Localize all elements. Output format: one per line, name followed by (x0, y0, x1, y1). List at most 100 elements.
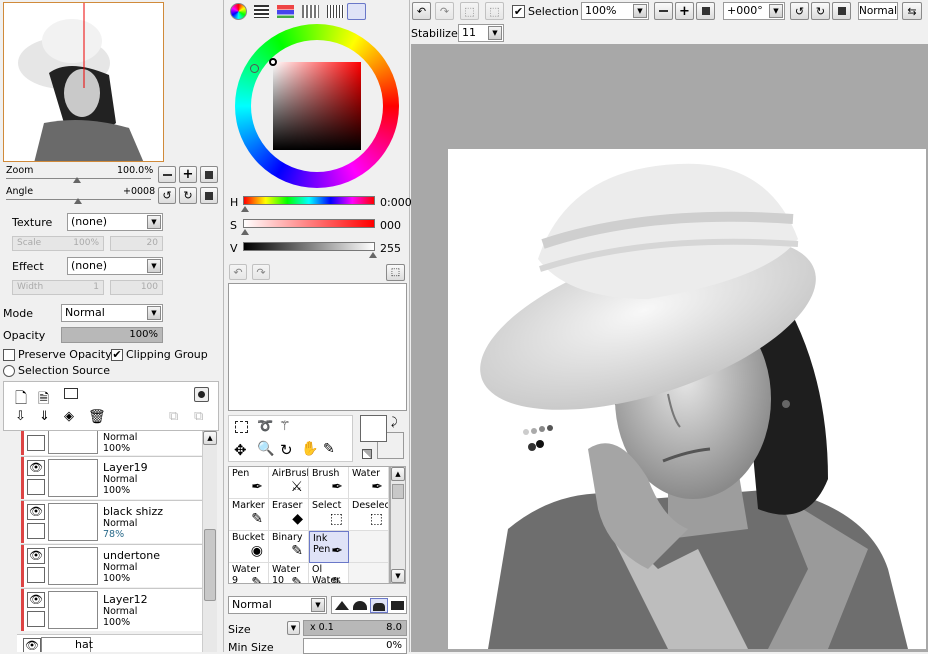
layer-row[interactable]: 👁 Layer12 Normal 100% (21, 588, 207, 631)
layer-checkbox[interactable] (27, 523, 45, 539)
swatch-mode-icon[interactable] (302, 5, 319, 18)
tool-brush[interactable]: Brush ✒ (309, 467, 349, 499)
palette-mode-icon[interactable] (327, 5, 344, 18)
selection-checkbox[interactable]: ✔ (512, 5, 525, 18)
scroll-thumb[interactable] (204, 529, 216, 601)
primary-color-swatch[interactable] (360, 415, 387, 442)
flip-horizontal-button[interactable]: ⇆ (902, 2, 922, 20)
eyedropper-icon[interactable]: ✎ (323, 441, 335, 457)
eye-icon[interactable]: 👁 (23, 638, 41, 652)
rotate-right-button[interactable]: ↻ (179, 187, 197, 204)
size-slider[interactable]: x 0.1 8.0 (303, 620, 407, 636)
new-folder-icon[interactable] (64, 388, 78, 399)
eye-icon[interactable]: 👁 (27, 504, 45, 520)
undo-button[interactable]: ↶ (412, 2, 431, 20)
redo-button[interactable]: ↷ (435, 2, 454, 20)
hard-edge-icon[interactable] (370, 598, 388, 613)
brush-blend-select[interactable]: Normal ▼ (228, 596, 327, 614)
transparent-color-icon[interactable] (362, 449, 372, 459)
color-wheel-mode-icon[interactable] (230, 3, 247, 20)
hand-icon[interactable]: ✋ (301, 441, 318, 457)
tool-pen[interactable]: Pen ✒ (229, 467, 269, 499)
eye-icon[interactable]: 👁 (27, 592, 45, 608)
hue-wheel[interactable] (235, 24, 399, 188)
tool-airbrush[interactable]: AirBrush ⚔ (269, 467, 309, 499)
zoom-in-button[interactable]: + (179, 166, 197, 183)
hue-cursor[interactable] (250, 64, 259, 73)
toolbar-zoom-reset-button[interactable] (696, 2, 715, 20)
layer-row[interactable]: 👁 undertone Normal 100% (21, 544, 207, 587)
layer-checkbox[interactable] (27, 567, 45, 583)
tool-binary[interactable]: Binary ✎ (269, 531, 309, 563)
saturation-slider[interactable] (243, 219, 375, 228)
size-multiplier-dropdown[interactable]: ▼ (287, 621, 300, 635)
swap-colors-icon[interactable]: ⤸ (391, 415, 398, 429)
clear-layer-icon[interactable]: ◈ (64, 409, 74, 424)
tool-deselect[interactable]: Deselect⬚ (349, 499, 389, 531)
saturation-slider-handle[interactable] (241, 229, 249, 235)
layer-row[interactable]: 👁 hat (17, 634, 203, 652)
move-icon[interactable]: ✥ (234, 441, 247, 459)
scratchpad-mode-icon[interactable] (347, 3, 366, 20)
tool-ink-pen[interactable]: Ink Pen ✒ (309, 531, 349, 563)
scratchpad-menu-button[interactable]: ⬚ (386, 264, 405, 281)
undo-color-button[interactable]: ↶ (229, 264, 247, 280)
rotate-reset-button[interactable] (200, 187, 218, 204)
toolbar-rotate-right-button[interactable]: ↻ (811, 2, 830, 20)
hue-slider[interactable] (243, 196, 375, 205)
clipping-group-checkbox[interactable]: ✔ (111, 349, 123, 361)
view-blend-select[interactable]: Normal (858, 2, 898, 20)
zoom-tool-icon[interactable]: 🔍 (257, 441, 274, 457)
effect-select[interactable]: (none) ▼ (67, 257, 163, 275)
scroll-down-button[interactable]: ▼ (391, 569, 405, 583)
rotate-view-icon[interactable]: ↻ (280, 441, 293, 459)
tool-empty-slot[interactable] (349, 531, 389, 563)
eye-icon[interactable]: 👁 (27, 460, 45, 476)
angle-select[interactable]: +000° ▼ (723, 2, 785, 20)
value-slider[interactable] (243, 242, 375, 251)
magic-wand-icon[interactable]: ⚚ (279, 419, 291, 434)
toolbar-rotate-reset-button[interactable] (832, 2, 851, 20)
zoom-reset-button[interactable] (200, 166, 218, 183)
zoom-slider-handle[interactable] (73, 177, 81, 183)
tool-water-9[interactable]: Water 9 ✎ (229, 563, 269, 583)
tool-grid-scrollbar[interactable]: ▲ ▼ (390, 466, 406, 584)
sv-square[interactable] (273, 62, 361, 150)
selection-source-radio[interactable] (3, 365, 15, 377)
angle-slider-handle[interactable] (74, 198, 82, 204)
stabilizer-select[interactable]: 11 ▼ (458, 24, 504, 42)
brush-shape-selector[interactable] (331, 596, 407, 614)
tool-empty-slot[interactable] (349, 563, 389, 583)
tool-select[interactable]: Select ⬚ (309, 499, 349, 531)
toolbar-zoom-out-button[interactable] (654, 2, 673, 20)
medium-edge-icon[interactable] (353, 601, 367, 610)
tool-water-10[interactable]: Water 10 ✎ (269, 563, 309, 583)
soft-edge-icon[interactable] (335, 601, 349, 610)
blend-mode-select[interactable]: Normal ▼ (61, 304, 163, 322)
layer-checkbox[interactable] (27, 435, 45, 451)
tool-marker[interactable]: Marker ✎ (229, 499, 269, 531)
texture-select[interactable]: (none) ▼ (67, 213, 163, 231)
scroll-thumb[interactable] (392, 484, 404, 499)
scroll-up-button[interactable]: ▲ (391, 467, 405, 481)
deselect-button[interactable]: ⬚ (460, 2, 479, 20)
sv-cursor[interactable] (269, 58, 277, 66)
tool-water[interactable]: Water ✒ (349, 467, 389, 499)
hue-slider-handle[interactable] (241, 206, 249, 212)
preserve-opacity-checkbox[interactable] (3, 349, 15, 361)
layer-row[interactable]: 👁 Layer19 Normal 100% (21, 456, 207, 499)
transfer-down-icon[interactable]: ⇩ (15, 409, 26, 424)
tool-oil-water[interactable]: Ol Water ✎ (309, 563, 349, 583)
zoom-out-button[interactable] (158, 166, 176, 183)
merge-down-icon[interactable]: ⇓ (39, 409, 50, 424)
zoom-select[interactable]: 100% ▼ (581, 2, 649, 20)
rgb-slider-mode-icon[interactable] (254, 5, 269, 18)
opacity-slider[interactable]: 100% (61, 327, 163, 343)
lasso-icon[interactable]: ➰ (257, 419, 273, 434)
layer-checkbox[interactable] (27, 611, 45, 627)
eye-icon[interactable]: 👁 (27, 548, 45, 564)
toolbar-rotate-left-button[interactable]: ↺ (790, 2, 809, 20)
layer-row[interactable]: Normal 100% (21, 431, 207, 455)
layers-scrollbar[interactable]: ▲ (202, 431, 217, 652)
toolbar-zoom-in-button[interactable]: + (675, 2, 694, 20)
